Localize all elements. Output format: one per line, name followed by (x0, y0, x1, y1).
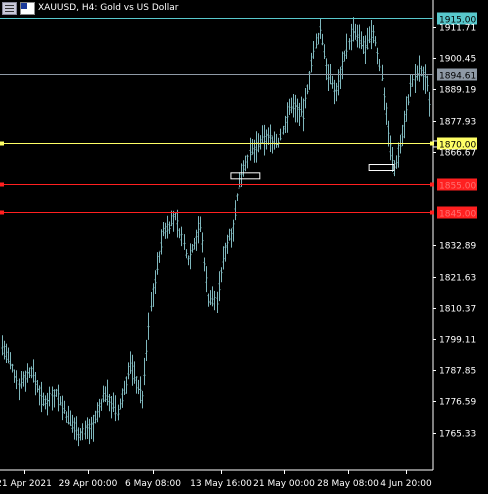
hline-anchor-1845.00 (0, 210, 4, 215)
time-tick-label: 29 Apr 00:00 (59, 479, 118, 489)
time-tick-label: 21 Apr 2021 (0, 479, 52, 489)
hline-anchor-right-1855.00 (430, 182, 434, 187)
support-marker-box (230, 172, 261, 180)
hline-tag-label: 1855.00 (439, 182, 476, 192)
price-tick-label: 1776.59 (439, 398, 476, 408)
price-tick-label: 1911.71 (439, 24, 476, 34)
time-tick-label: 13 May 16:00 (190, 479, 252, 489)
price-tick-label: 1900.45 (439, 55, 476, 65)
price-tick-label: 1866.67 (439, 149, 476, 159)
price-tick-label: 1889.19 (439, 86, 476, 96)
hline-tag-label: 1845.00 (439, 210, 476, 220)
time-tick-label: 21 May 00:00 (253, 479, 315, 489)
price-tick-label: 1877.93 (439, 118, 476, 128)
support-marker-box (368, 164, 395, 172)
hline-tag-label: 1894.61 (439, 72, 476, 82)
hline-anchor-right-1870.00 (430, 141, 434, 146)
price-chart[interactable]: 1915.001894.611870.001855.001845.001911.… (0, 0, 488, 494)
time-tick-label: 6 May 08:00 (125, 479, 181, 489)
price-tick-label: 1810.37 (439, 305, 476, 315)
hline-anchor-1870.00 (0, 141, 4, 146)
time-tick-label: 4 Jun 20:00 (380, 479, 432, 489)
hline-anchor-1855.00 (0, 182, 4, 187)
hline-anchor-right-1845.00 (430, 210, 434, 215)
price-tick-label: 1821.63 (439, 274, 476, 284)
price-tick-label: 1799.11 (439, 336, 476, 346)
price-tick-label: 1765.33 (439, 430, 476, 440)
price-tick-label: 1787.85 (439, 367, 476, 377)
time-tick-label: 28 May 08:00 (317, 479, 379, 489)
price-tick-label: 1832.89 (439, 242, 476, 252)
